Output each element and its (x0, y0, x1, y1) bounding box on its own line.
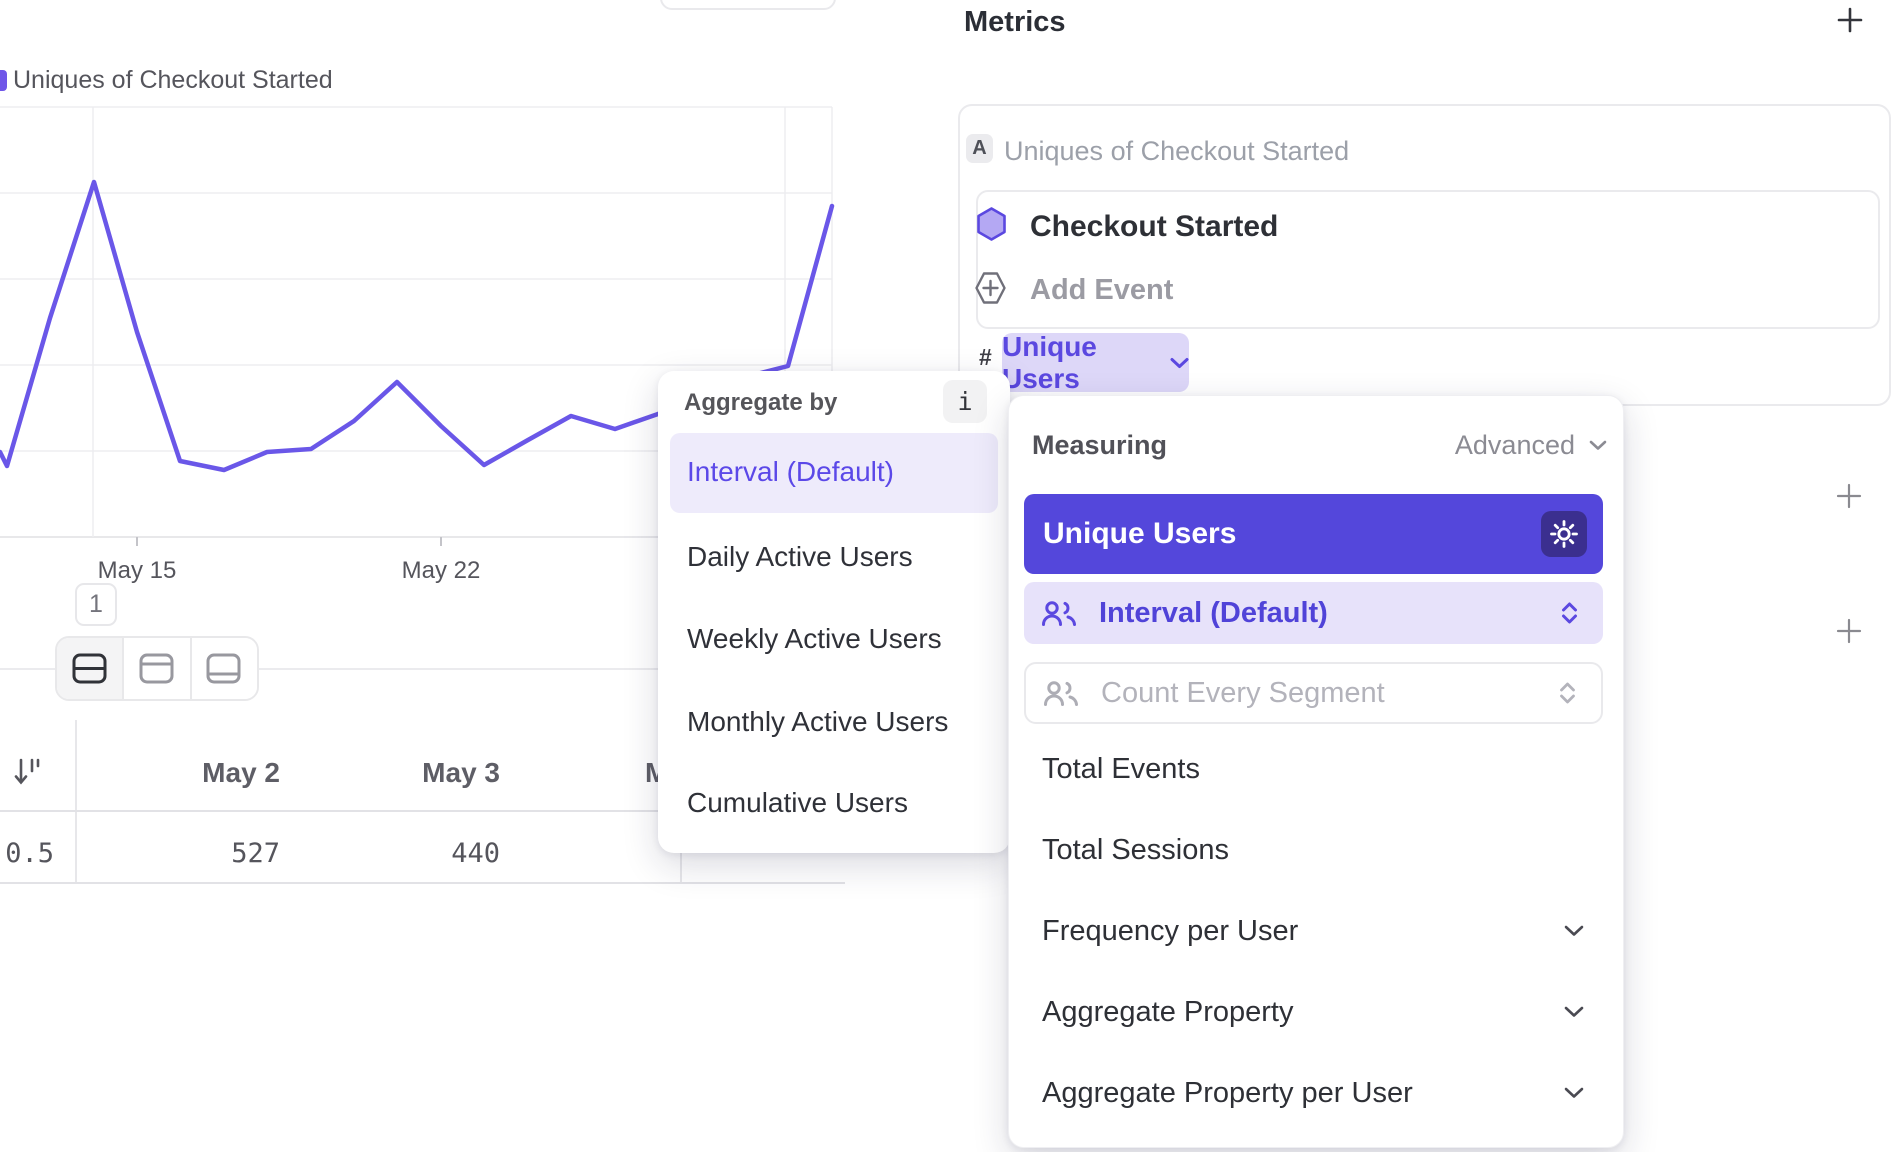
table-row-label: 0.5 (0, 838, 54, 869)
sort-rows-icon (14, 756, 42, 788)
unique-users-label: Unique Users (1043, 517, 1236, 551)
aggregate-property-per-user-label: Aggregate Property per User (1042, 1077, 1413, 1110)
table-header-may3[interactable]: May 3 (310, 757, 500, 789)
menu-item-weekly-active-users[interactable]: Weekly Active Users (672, 611, 1011, 667)
gear-icon (1549, 519, 1579, 549)
aggregate-by-popover: Aggregate by i Interval (Default) Daily … (658, 371, 1010, 853)
table-column-separator (75, 720, 77, 884)
metric-letter-badge: A (966, 134, 993, 163)
table-row-border (0, 882, 845, 884)
event-name[interactable]: Checkout Started (1030, 210, 1278, 244)
users-icon (1043, 680, 1079, 707)
interval-default-label: Interval (Default) (1099, 597, 1328, 630)
layout-toggle-split-top[interactable] (122, 638, 189, 699)
plus-icon (1836, 618, 1862, 644)
add-event-button[interactable]: Add Event (1030, 274, 1173, 307)
layout-split-top-icon (139, 653, 175, 685)
pagination-badge[interactable]: 1 (75, 583, 117, 626)
option-count-every-segment[interactable]: Count Every Segment (1024, 662, 1603, 724)
x-axis-label-may15: May 15 (82, 557, 192, 585)
select-updown-icon (1559, 682, 1576, 704)
menu-item-monthly-active-users[interactable]: Monthly Active Users (672, 694, 1011, 750)
counting-type-prefix: # (979, 344, 992, 371)
add-filter-button[interactable] (1830, 477, 1868, 515)
info-button[interactable]: i (943, 380, 987, 423)
option-total-sessions[interactable]: Total Sessions (1024, 818, 1608, 882)
chevron-down-icon (1564, 925, 1584, 937)
chevron-down-icon (1564, 1087, 1584, 1099)
chevron-down-icon (1170, 357, 1189, 369)
add-metric-button[interactable] (1832, 2, 1868, 38)
menu-item-cumulative-users[interactable]: Cumulative Users (672, 775, 1011, 831)
plus-icon (1836, 483, 1862, 509)
x-axis-label-may22: May 22 (386, 557, 496, 585)
layout-split-middle-icon (72, 653, 108, 685)
metric-card-title[interactable]: Uniques of Checkout Started (1004, 136, 1349, 167)
aggregate-property-label: Aggregate Property (1042, 996, 1293, 1029)
select-updown-icon (1561, 602, 1578, 624)
layout-split-bottom-icon (206, 653, 242, 685)
chart-axis-ticks (137, 537, 441, 546)
table-cell-may2: 527 (90, 838, 280, 869)
settings-button[interactable] (1541, 511, 1587, 557)
add-event-icon (975, 271, 1006, 305)
measuring-title: Measuring (1032, 430, 1167, 461)
advanced-dropdown[interactable]: Advanced (1455, 430, 1607, 461)
measuring-popover: Measuring Advanced Unique Users (1008, 395, 1624, 1148)
aggregate-by-title: Aggregate by (684, 389, 837, 417)
users-icon (1041, 600, 1077, 627)
option-unique-users-selected[interactable]: Unique Users (1024, 494, 1603, 574)
measurement-dropdown-pill[interactable]: Unique Users (1002, 333, 1189, 392)
menu-item-daily-active-users[interactable]: Daily Active Users (672, 529, 1011, 585)
layout-toggle-split-middle[interactable] (57, 638, 122, 699)
layout-toggle-group (55, 636, 259, 701)
menu-item-interval-default[interactable]: Interval (Default) (672, 444, 1011, 500)
table-header-may2[interactable]: May 2 (90, 757, 280, 789)
frequency-per-user-label: Frequency per User (1042, 915, 1298, 948)
add-breakdown-button[interactable] (1830, 612, 1868, 650)
layout-toggle-split-bottom[interactable] (190, 638, 257, 699)
table-sort-button[interactable] (11, 753, 45, 791)
table-cell-may3: 440 (310, 838, 500, 869)
chevron-down-icon (1564, 1006, 1584, 1018)
count-every-segment-label: Count Every Segment (1101, 677, 1385, 710)
option-total-events[interactable]: Total Events (1024, 737, 1608, 801)
option-aggregate-property-per-user[interactable]: Aggregate Property per User (1024, 1061, 1608, 1125)
plus-icon (1837, 7, 1863, 33)
option-interval-default[interactable]: Interval (Default) (1024, 582, 1603, 644)
metrics-section-title: Metrics (964, 6, 1066, 39)
measurement-pill-label: Unique Users (1002, 331, 1158, 395)
option-frequency-per-user[interactable]: Frequency per User (1024, 899, 1608, 963)
event-hexagon-icon (977, 207, 1006, 241)
advanced-label: Advanced (1455, 430, 1575, 461)
chevron-down-icon (1589, 440, 1607, 451)
option-aggregate-property[interactable]: Aggregate Property (1024, 980, 1608, 1044)
